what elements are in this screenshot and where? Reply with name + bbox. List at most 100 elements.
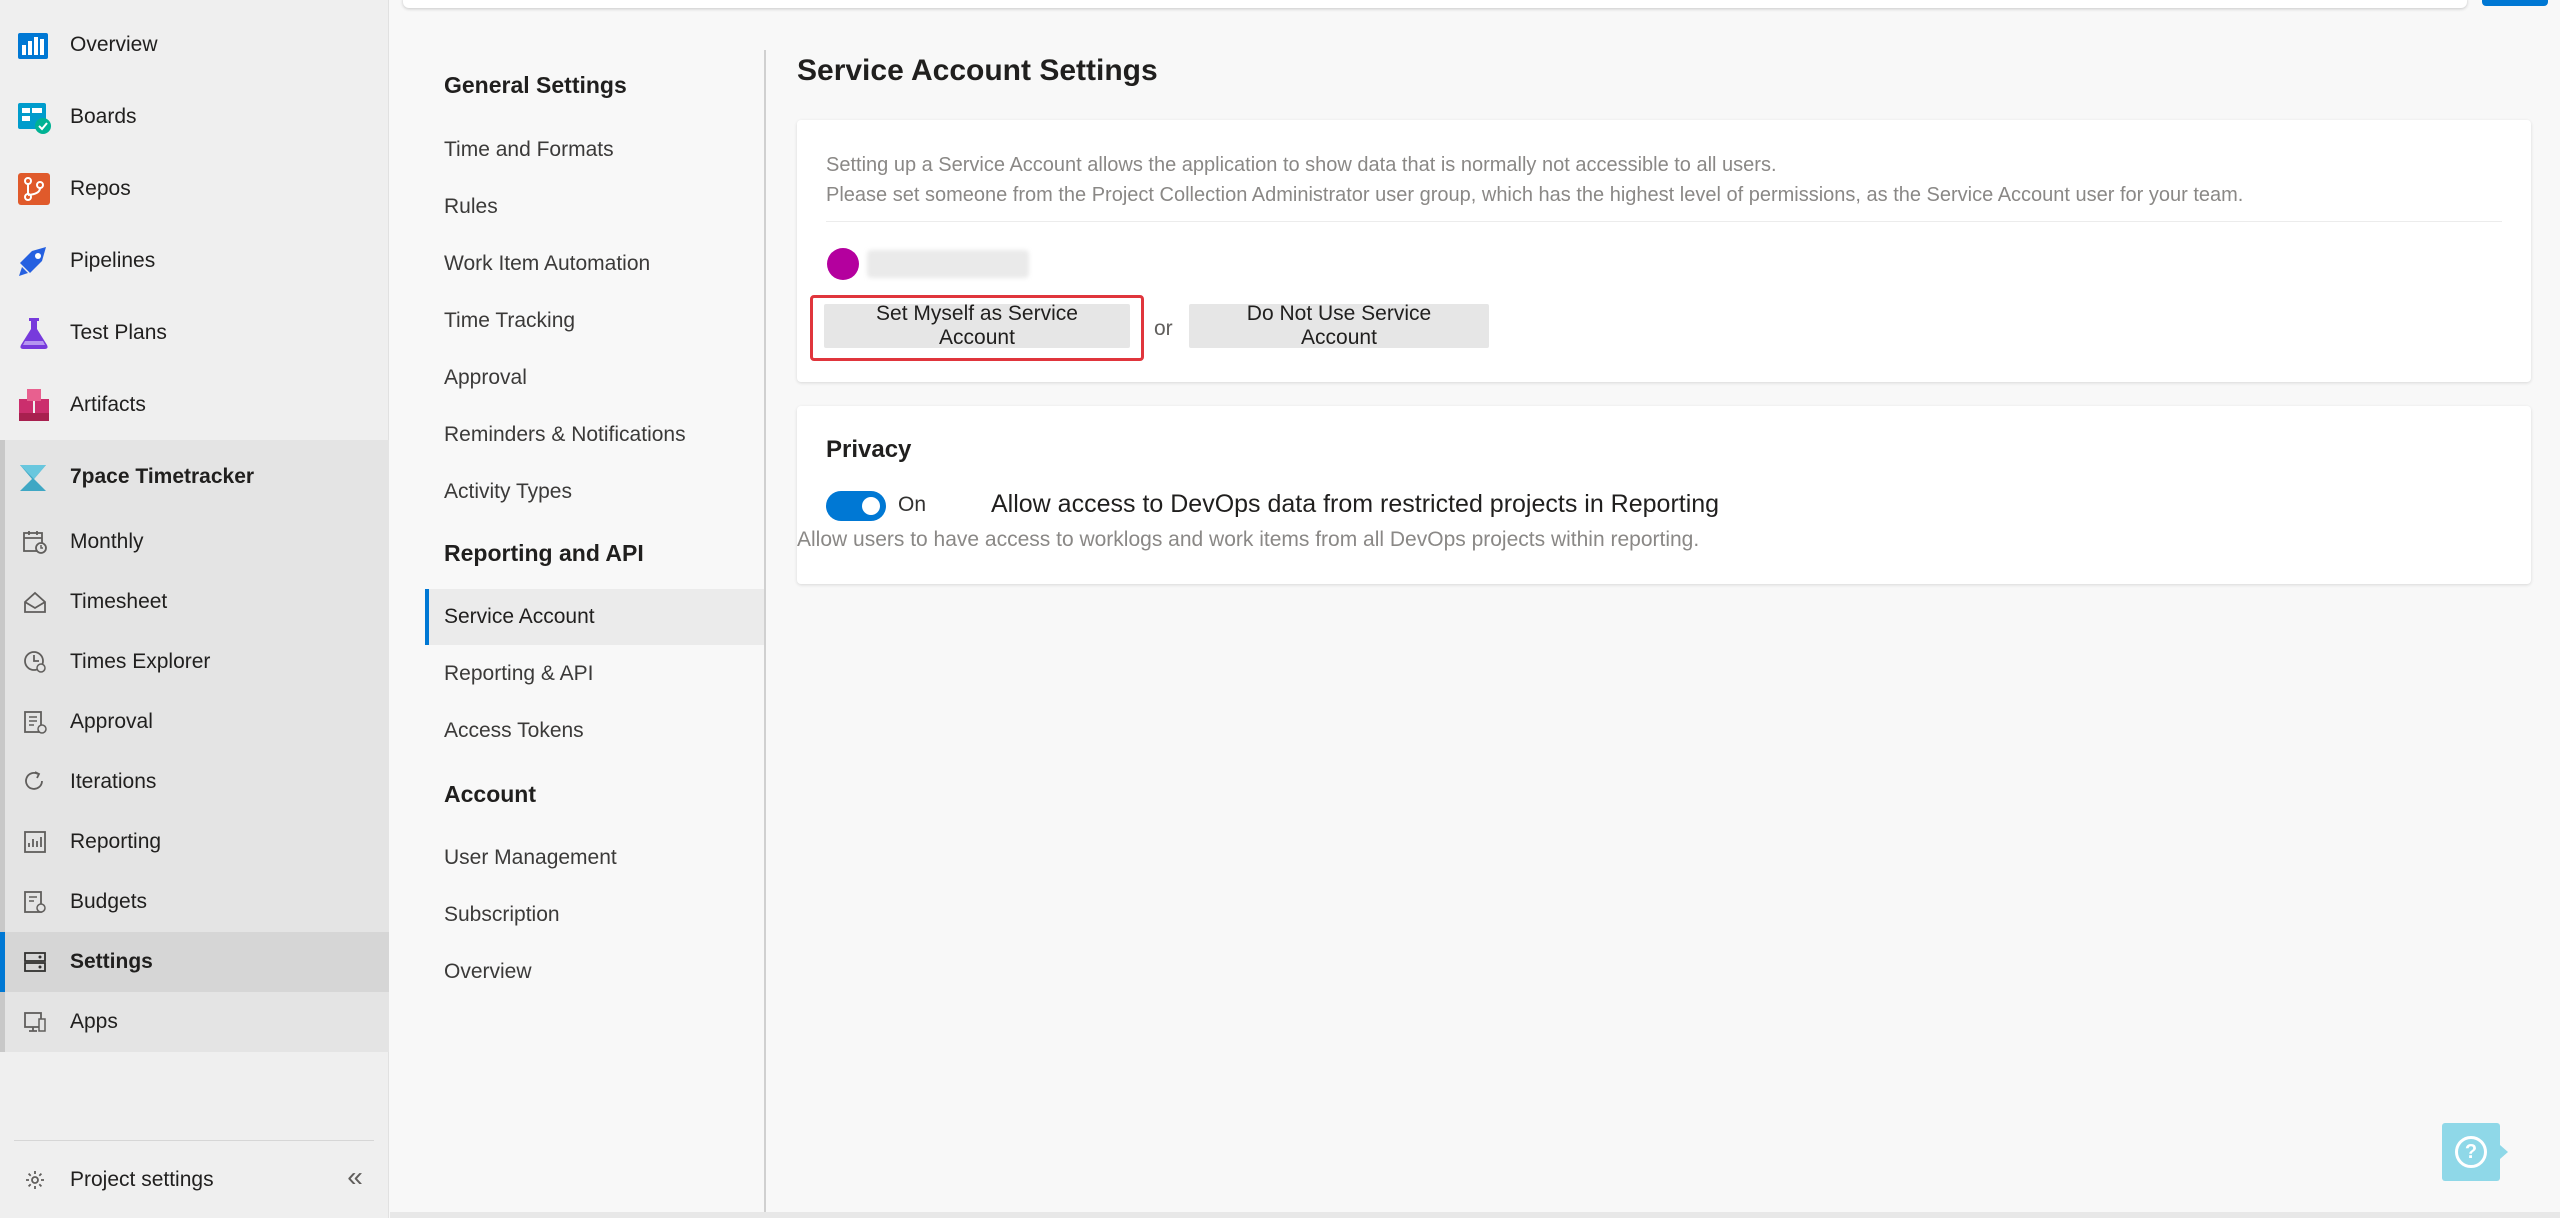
settings-item-label: Approval xyxy=(444,366,527,389)
avatar xyxy=(827,248,859,280)
project-settings-link[interactable]: Project settings xyxy=(0,1150,389,1210)
sub-item-reporting[interactable]: Reporting xyxy=(0,812,389,872)
help-button[interactable]: ? xyxy=(2442,1123,2500,1181)
nav-item-repos[interactable]: Repos xyxy=(0,159,389,219)
set-myself-service-account-button[interactable]: Set Myself as Service Account xyxy=(824,302,1130,349)
iterations-icon xyxy=(25,771,43,790)
settings-item-label: Service Account xyxy=(444,605,595,628)
sub-item-label: Timesheet xyxy=(70,590,168,613)
settings-item-label: Reminders & Notifications xyxy=(444,423,686,446)
nav-item-label: Overview xyxy=(70,33,158,56)
settings-item-rules[interactable]: Rules xyxy=(425,179,764,235)
project-settings-label: Project settings xyxy=(70,1168,214,1191)
sub-item-times-explorer[interactable]: Times Explorer xyxy=(0,632,389,692)
sub-item-monthly[interactable]: Monthly xyxy=(0,512,389,572)
sub-item-label: Iterations xyxy=(70,770,157,793)
settings-item-label: Subscription xyxy=(444,903,560,926)
sub-item-label: Approval xyxy=(70,710,153,733)
settings-item-activity-types[interactable]: Activity Types xyxy=(425,464,764,520)
nav-item-label: Test Plans xyxy=(70,321,167,344)
nav-item-7pace-timetracker[interactable]: 7pace Timetracker xyxy=(0,447,389,507)
page-title: Service Account Settings xyxy=(797,54,1158,87)
nav-item-test-plans[interactable]: Test Plans xyxy=(0,303,389,363)
nav-item-label: Artifacts xyxy=(70,393,146,416)
collapse-sidebar-icon[interactable]: « xyxy=(340,1162,370,1192)
settings-item-label: User Management xyxy=(444,846,617,869)
help-icon: ? xyxy=(2455,1136,2487,1168)
sub-item-label: Apps xyxy=(70,1010,118,1033)
do-not-use-service-account-button[interactable]: Do Not Use Service Account xyxy=(1189,302,1489,349)
settings-item-user-management[interactable]: User Management xyxy=(425,830,764,886)
approval-icon xyxy=(24,711,47,734)
settings-item-label: Time Tracking xyxy=(444,309,576,332)
nav-divider xyxy=(14,1140,374,1141)
settings-item-label: Overview xyxy=(444,960,532,983)
privacy-setting-heading: Allow access to DevOps data from restric… xyxy=(991,490,1720,518)
settings-item-time-tracking[interactable]: Time Tracking xyxy=(425,293,764,349)
settings-item-overview[interactable]: Overview xyxy=(425,944,764,1000)
settings-item-label: Rules xyxy=(444,195,498,218)
top-action-button[interactable] xyxy=(2482,0,2548,6)
sub-item-label: Reporting xyxy=(70,830,162,853)
reporting-icon xyxy=(24,831,46,853)
timesheet-icon xyxy=(24,591,46,613)
sub-item-timesheet[interactable]: Timesheet xyxy=(0,572,389,632)
nav-item-label: Pipelines xyxy=(70,249,156,272)
boards-icon xyxy=(18,103,51,134)
or-separator: or xyxy=(1154,317,1173,340)
privacy-setting-description: Allow users to have access to worklogs a… xyxy=(797,528,1700,551)
settings-item-reminders-notifications[interactable]: Reminders & Notifications xyxy=(425,407,764,463)
gear-icon xyxy=(26,1171,44,1189)
settings-icon xyxy=(24,952,46,972)
settings-item-approval[interactable]: Approval xyxy=(425,350,764,406)
privacy-card: Privacy On Allow access to DevOps data f… xyxy=(797,406,2531,584)
artifacts-icon xyxy=(19,389,49,421)
settings-item-time-and-formats[interactable]: Time and Formats xyxy=(425,122,764,178)
service-account-description-line1: Setting up a Service Account allows the … xyxy=(826,154,1777,176)
settings-item-label: Work Item Automation xyxy=(444,252,651,275)
privacy-title: Privacy xyxy=(826,436,912,463)
restricted-projects-toggle[interactable] xyxy=(826,491,886,521)
service-account-card: Setting up a Service Account allows the … xyxy=(797,120,2531,382)
repos-icon xyxy=(18,173,50,205)
apps-icon xyxy=(24,1012,46,1032)
sub-item-iterations[interactable]: Iterations xyxy=(0,752,389,812)
settings-item-work-item-automation[interactable]: Work Item Automation xyxy=(425,236,764,292)
section-header-account: Account xyxy=(444,781,536,807)
settings-item-access-tokens[interactable]: Access Tokens xyxy=(425,703,764,759)
service-account-description-line2: Please set someone from the Project Coll… xyxy=(826,184,2244,206)
nav-item-pipelines[interactable]: Pipelines xyxy=(0,231,389,291)
sub-item-budgets[interactable]: Budgets xyxy=(0,872,389,932)
devops-sidebar: Overview Boards Repos Pipelines Test Pla… xyxy=(0,0,389,1218)
top-bar xyxy=(403,0,2467,8)
settings-item-service-account[interactable]: Service Account xyxy=(425,589,764,645)
settings-item-label: Reporting & API xyxy=(444,662,594,685)
calendar-icon xyxy=(23,531,47,554)
settings-nav-divider xyxy=(764,50,766,1218)
settings-item-subscription[interactable]: Subscription xyxy=(425,887,764,943)
toggle-knob xyxy=(862,497,880,515)
sub-item-label: Monthly xyxy=(70,530,144,553)
settings-item-label: Time and Formats xyxy=(444,138,614,161)
overview-icon xyxy=(18,33,48,59)
sub-item-label: Budgets xyxy=(70,890,148,913)
sub-item-apps[interactable]: Apps xyxy=(0,992,389,1052)
settings-item-label: Access Tokens xyxy=(444,719,584,742)
sub-item-approval[interactable]: Approval xyxy=(0,692,389,752)
clock-icon xyxy=(24,651,46,673)
nav-item-label: Boards xyxy=(70,105,137,128)
sub-item-settings[interactable]: Settings xyxy=(0,932,389,992)
section-header-reporting-and-api: Reporting and API xyxy=(444,540,644,566)
toggle-state-label: On xyxy=(898,493,927,516)
settings-item-label: Activity Types xyxy=(444,480,572,503)
timetracker-icon xyxy=(20,465,46,491)
nav-item-overview[interactable]: Overview xyxy=(0,15,389,75)
help-button-pointer xyxy=(2500,1145,2508,1159)
budgets-icon xyxy=(24,891,46,913)
nav-item-boards[interactable]: Boards xyxy=(0,87,389,147)
settings-item-reporting-api[interactable]: Reporting & API xyxy=(425,646,764,702)
card-divider xyxy=(826,221,2502,222)
nav-item-label: 7pace Timetracker xyxy=(70,465,255,488)
blurred-user-name xyxy=(867,250,1029,278)
nav-item-artifacts[interactable]: Artifacts xyxy=(0,375,389,435)
